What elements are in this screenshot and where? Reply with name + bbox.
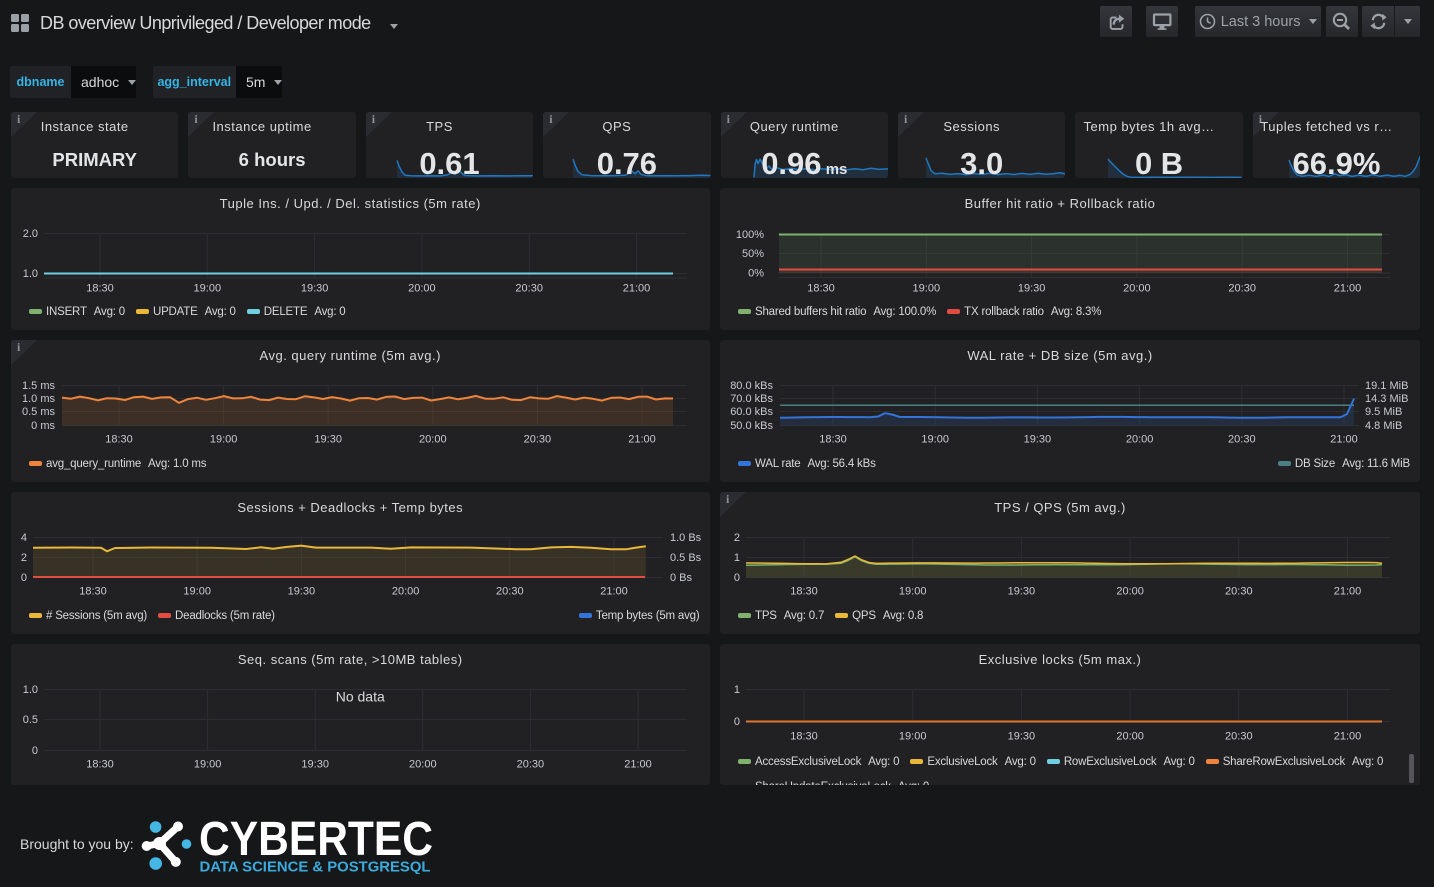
svg-text:19:00: 19:00 <box>899 730 927 742</box>
svg-text:18:30: 18:30 <box>819 433 847 445</box>
svg-text:0.5: 0.5 <box>23 714 38 726</box>
svg-text:19:00: 19:00 <box>194 758 222 770</box>
svg-text:0 Bs: 0 Bs <box>670 572 693 584</box>
svg-text:1.0: 1.0 <box>23 268 38 280</box>
svg-text:19:00: 19:00 <box>194 282 222 294</box>
svg-text:18:30: 18:30 <box>790 730 818 742</box>
svg-text:19:30: 19:30 <box>301 282 329 294</box>
svg-text:19.1 MiB: 19.1 MiB <box>1365 380 1408 392</box>
svg-text:19:30: 19:30 <box>288 585 316 597</box>
svg-text:18:30: 18:30 <box>105 433 133 445</box>
svg-text:18:30: 18:30 <box>86 282 114 294</box>
svg-text:20:00: 20:00 <box>408 282 436 294</box>
svg-text:19:00: 19:00 <box>210 433 238 445</box>
svg-text:70.0 kBs: 70.0 kBs <box>730 393 773 405</box>
svg-text:2.0: 2.0 <box>23 228 38 240</box>
svg-text:20:00: 20:00 <box>1116 730 1144 742</box>
svg-text:18:30: 18:30 <box>807 282 835 294</box>
svg-text:0: 0 <box>32 745 38 757</box>
svg-text:100%: 100% <box>736 229 764 241</box>
svg-text:20:00: 20:00 <box>419 433 447 445</box>
svg-text:20:30: 20:30 <box>1225 730 1253 742</box>
svg-text:19:00: 19:00 <box>899 585 927 597</box>
svg-text:21:00: 21:00 <box>600 585 628 597</box>
svg-text:0: 0 <box>734 716 740 728</box>
svg-text:21:00: 21:00 <box>1334 730 1362 742</box>
svg-text:19:00: 19:00 <box>921 433 949 445</box>
svg-text:19:30: 19:30 <box>1024 433 1052 445</box>
svg-text:80.0 kBs: 80.0 kBs <box>730 380 773 392</box>
svg-text:1.0 ms: 1.0 ms <box>22 393 56 405</box>
svg-text:CYBERTEC: CYBERTEC <box>199 814 433 866</box>
svg-text:DATA SCIENCE & POSTGRESQL: DATA SCIENCE & POSTGRESQL <box>200 860 431 875</box>
svg-text:21:00: 21:00 <box>624 758 652 770</box>
svg-text:2: 2 <box>734 532 740 544</box>
svg-text:0: 0 <box>734 572 740 584</box>
svg-text:19:30: 19:30 <box>1008 585 1036 597</box>
svg-text:21:00: 21:00 <box>628 433 656 445</box>
svg-text:21:00: 21:00 <box>623 282 651 294</box>
svg-text:20:30: 20:30 <box>517 758 545 770</box>
svg-text:0.5 ms: 0.5 ms <box>22 406 56 418</box>
svg-text:20:00: 20:00 <box>409 758 437 770</box>
svg-text:20:00: 20:00 <box>1123 282 1151 294</box>
svg-text:20:30: 20:30 <box>515 282 543 294</box>
svg-text:20:30: 20:30 <box>1228 282 1256 294</box>
svg-text:0 ms: 0 ms <box>31 420 55 432</box>
svg-text:19:30: 19:30 <box>314 433 342 445</box>
svg-text:1.0 Bs: 1.0 Bs <box>670 532 702 544</box>
svg-text:20:30: 20:30 <box>524 433 552 445</box>
svg-text:20:00: 20:00 <box>392 585 420 597</box>
svg-text:19:00: 19:00 <box>183 585 211 597</box>
svg-text:1: 1 <box>734 684 740 696</box>
svg-text:18:30: 18:30 <box>79 585 107 597</box>
svg-text:1: 1 <box>734 552 740 564</box>
svg-text:4.8 MiB: 4.8 MiB <box>1365 420 1402 432</box>
svg-text:14.3 MiB: 14.3 MiB <box>1365 393 1408 405</box>
svg-text:21:00: 21:00 <box>1334 585 1362 597</box>
svg-text:19:30: 19:30 <box>1008 730 1036 742</box>
svg-text:No data: No data <box>336 688 385 704</box>
svg-text:0: 0 <box>21 572 27 584</box>
svg-text:4: 4 <box>21 532 27 544</box>
svg-text:19:00: 19:00 <box>913 282 941 294</box>
svg-text:20:00: 20:00 <box>1116 585 1144 597</box>
svg-text:21:00: 21:00 <box>1330 433 1358 445</box>
svg-text:20:30: 20:30 <box>496 585 524 597</box>
svg-text:0.5 Bs: 0.5 Bs <box>670 552 702 564</box>
svg-text:9.5 MiB: 9.5 MiB <box>1365 406 1402 418</box>
svg-text:20:30: 20:30 <box>1225 585 1253 597</box>
svg-text:18:30: 18:30 <box>790 585 818 597</box>
svg-text:21:00: 21:00 <box>1334 282 1362 294</box>
svg-text:50%: 50% <box>742 248 764 260</box>
svg-text:1.0: 1.0 <box>23 684 38 696</box>
svg-text:20:30: 20:30 <box>1228 433 1256 445</box>
svg-text:60.0 kBs: 60.0 kBs <box>730 406 773 418</box>
svg-text:18:30: 18:30 <box>86 758 114 770</box>
svg-text:19:30: 19:30 <box>301 758 329 770</box>
svg-text:1.5 ms: 1.5 ms <box>22 380 56 392</box>
svg-text:0%: 0% <box>748 267 764 279</box>
svg-text:50.0 kBs: 50.0 kBs <box>730 420 773 432</box>
svg-text:20:00: 20:00 <box>1126 433 1154 445</box>
svg-text:2: 2 <box>21 552 27 564</box>
svg-text:19:30: 19:30 <box>1018 282 1046 294</box>
